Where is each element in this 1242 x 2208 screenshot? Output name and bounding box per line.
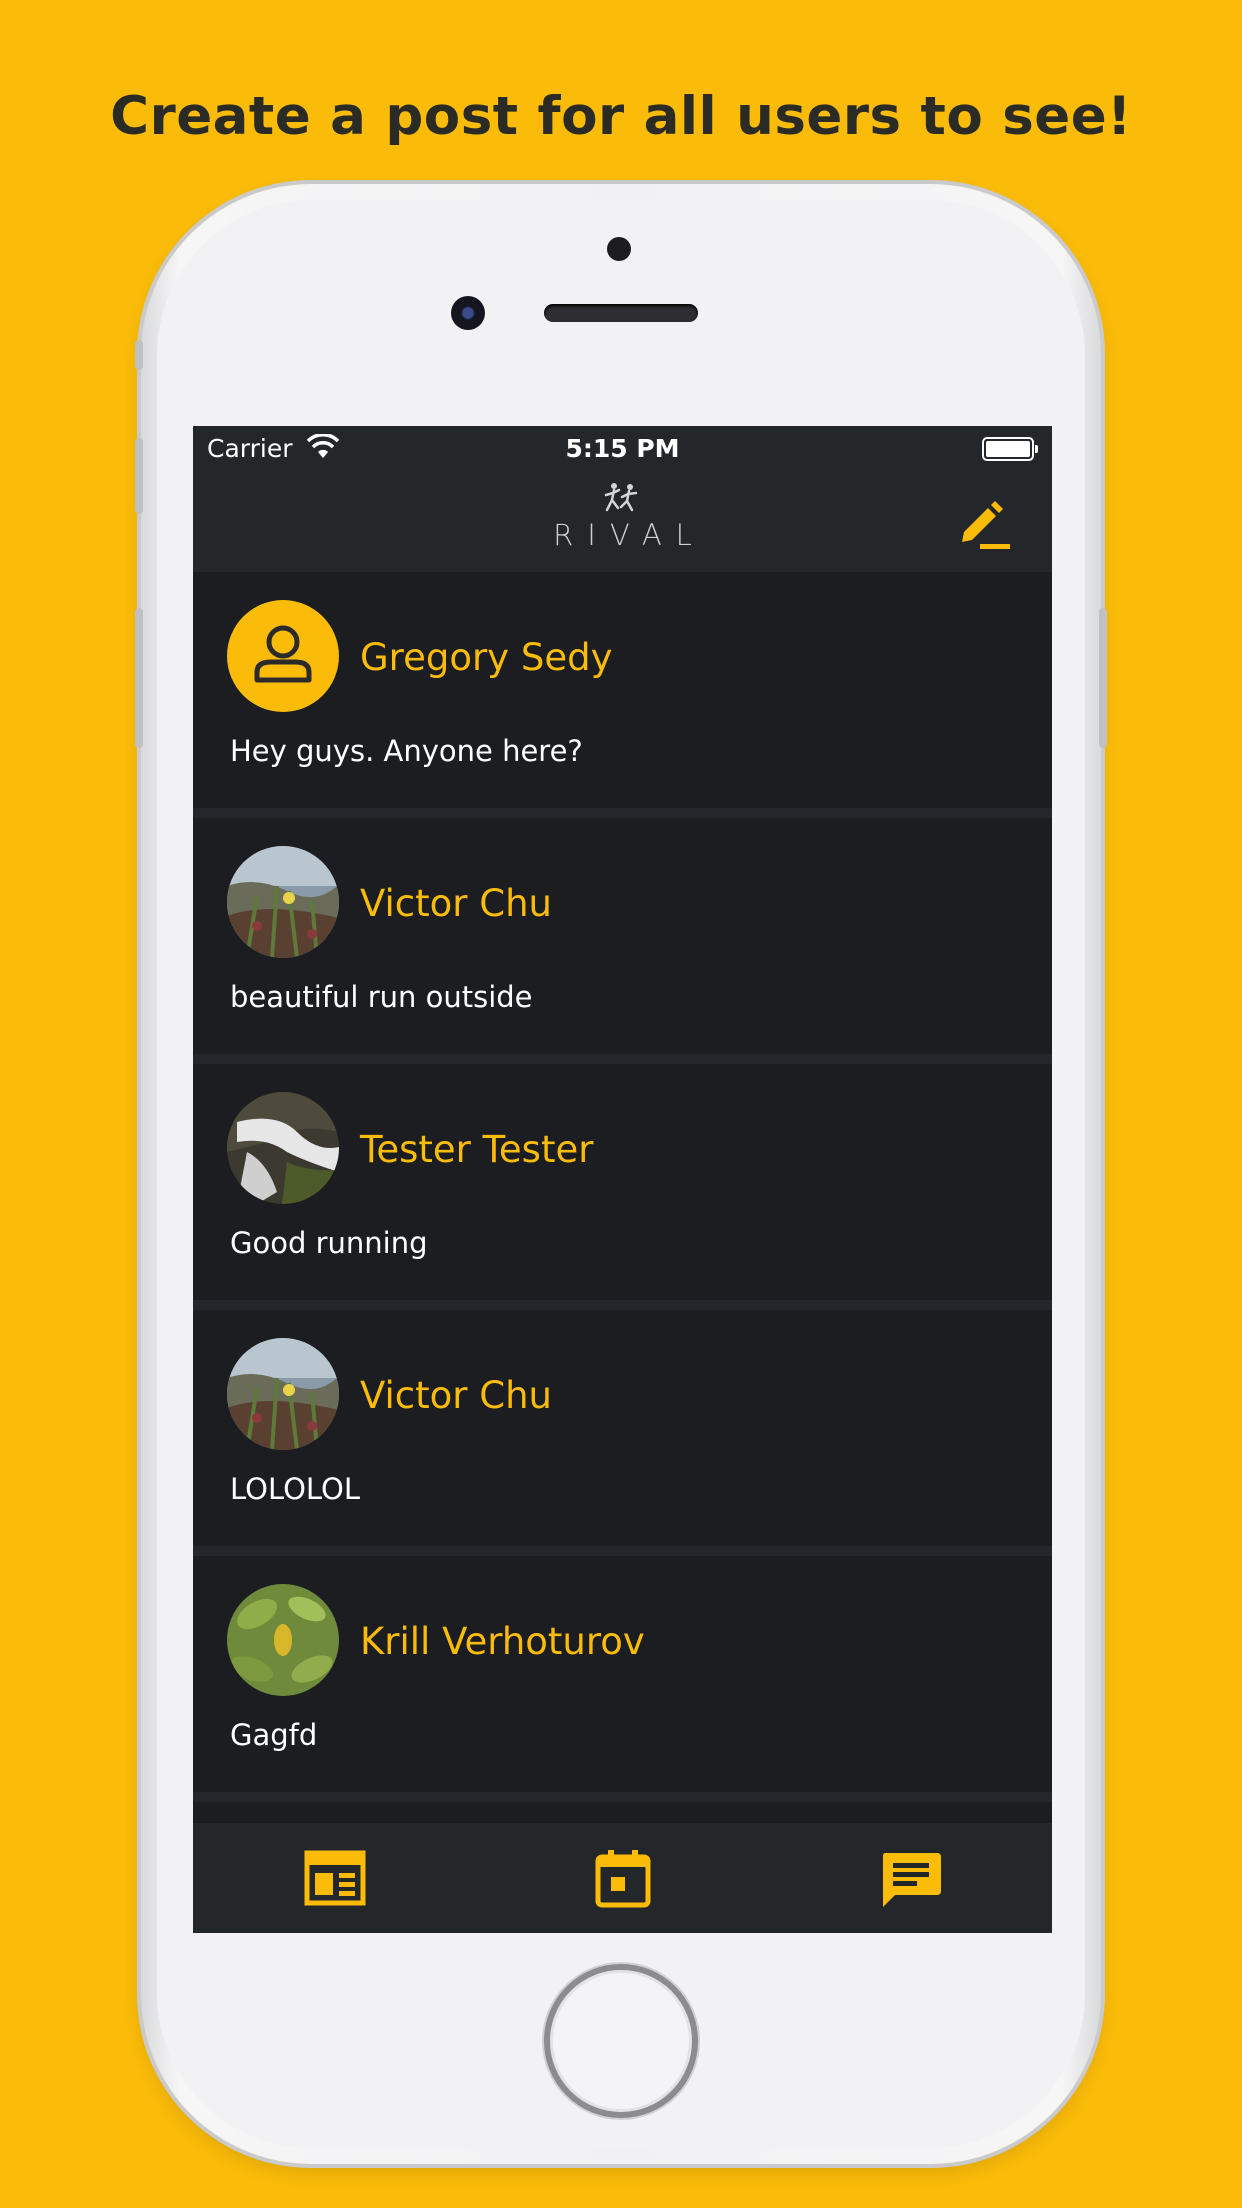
photo-flowers [227, 846, 339, 958]
volume-down-button [135, 608, 143, 748]
post-author-name[interactable]: Victor Chu [360, 1374, 552, 1417]
app-logo: RIVAL [193, 480, 1052, 552]
post-feed: Gregory Sedy Hey guys. Anyone here? Vict… [193, 572, 1052, 1802]
tab-chat[interactable] [879, 1849, 943, 1909]
post-author-name[interactable]: Gregory Sedy [360, 636, 612, 679]
battery-icon [982, 437, 1038, 461]
navigation-bar: RIVAL [193, 474, 1052, 572]
photo-leaves [227, 1584, 339, 1696]
post-author-name[interactable]: Tester Tester [360, 1128, 593, 1171]
status-time: 5:15 PM [565, 434, 680, 463]
page-headline: Create a post for all users to see! [110, 86, 1132, 147]
front-camera [451, 296, 485, 330]
create-post-button[interactable] [958, 500, 1014, 550]
chat-icon [883, 1853, 941, 1907]
avatar[interactable] [227, 846, 339, 958]
power-button [1099, 608, 1107, 748]
app-screen: Carrier 5:15 PM RIVAL Gregory Sedy Hey g… [193, 426, 1052, 1933]
post-author-name[interactable]: Krill Verhoturov [360, 1620, 645, 1663]
photo-waterfall [227, 1092, 339, 1204]
tab-calendar[interactable] [591, 1849, 655, 1909]
avatar[interactable] [227, 1584, 339, 1696]
home-button[interactable] [544, 1964, 698, 2118]
post-author-name[interactable]: Victor Chu [360, 882, 552, 925]
default-user-icon [254, 625, 312, 683]
runner-logo-icon [604, 483, 638, 512]
pencil-icon [962, 501, 1010, 549]
post-message: LOLOLOL [230, 1472, 361, 1506]
avatar[interactable] [227, 1338, 339, 1450]
photo-flowers [227, 1338, 339, 1450]
newspaper-icon [304, 1850, 366, 1906]
tab-bar [193, 1823, 1052, 1933]
post-message: Hey guys. Anyone here? [230, 734, 583, 768]
post-item[interactable]: Gregory Sedy Hey guys. Anyone here? [193, 572, 1052, 818]
calendar-icon [595, 1850, 651, 1908]
earpiece-speaker [544, 304, 698, 322]
tab-news[interactable] [303, 1849, 367, 1909]
post-message: beautiful run outside [230, 980, 533, 1014]
logo-text: RIVAL [553, 518, 706, 552]
status-bar: Carrier 5:15 PM [193, 426, 1052, 474]
volume-up-button [135, 438, 143, 514]
post-item[interactable]: Victor Chu beautiful run outside [193, 818, 1052, 1064]
avatar[interactable] [227, 600, 339, 712]
post-item[interactable]: Krill Verhoturov Gagfd [193, 1556, 1052, 1802]
post-message: Good running [230, 1226, 428, 1260]
mute-switch [135, 340, 143, 370]
post-item[interactable]: Tester Tester Good running [193, 1064, 1052, 1310]
avatar[interactable] [227, 1092, 339, 1204]
post-message: Gagfd [230, 1718, 318, 1752]
post-item[interactable]: Victor Chu LOLOLOL [193, 1310, 1052, 1556]
proximity-sensor [607, 237, 631, 261]
